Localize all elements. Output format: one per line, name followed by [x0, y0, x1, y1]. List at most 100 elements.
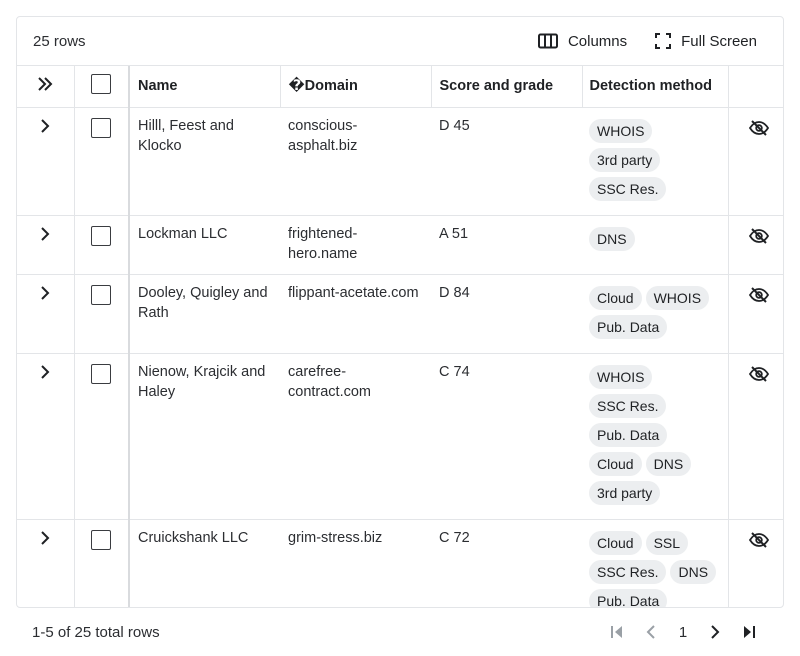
score-cell: C 74: [431, 353, 582, 520]
detection-badge: DNS: [670, 559, 717, 584]
select-all-checkbox[interactable]: [91, 74, 112, 95]
table-toolbar: 25 rows Columns Full Screen: [17, 17, 783, 66]
column-header-domain[interactable]: �Domain: [280, 66, 432, 108]
last-page-icon: [744, 626, 755, 638]
expand-row-button[interactable]: [39, 118, 51, 134]
detection-badge: 3rd party: [589, 480, 661, 505]
hide-row-button[interactable]: [748, 119, 769, 136]
detection-cell: Cloud WHOIS Pub. Data: [582, 274, 728, 354]
expand-cell: [17, 519, 75, 607]
table-row[interactable]: Hilll, Feest and Klocko conscious-asphal…: [17, 107, 783, 216]
data-table-card: 25 rows Columns Full Screen Name �Domain…: [16, 16, 784, 608]
actions-cell: [727, 215, 783, 275]
table-row[interactable]: Nienow, Krajcik and Haley carefree-contr…: [17, 353, 783, 520]
select-cell: [74, 215, 130, 275]
chevron-right-icon: [41, 285, 50, 300]
row-checkbox[interactable]: [91, 284, 112, 305]
detection-cell: CloudSSLSSC Res.DNSPub. DataWHOIS: [582, 519, 728, 607]
expand-row-button[interactable]: [39, 285, 51, 301]
hide-row-button[interactable]: [748, 286, 769, 303]
detection-badge: Cloud: [589, 451, 642, 476]
select-cell: [74, 107, 130, 216]
table-row[interactable]: Cruickshank LLC grim-stress.biz C 72 Clo…: [17, 519, 783, 607]
results-table: Name �Domain Score and grade Detection m…: [17, 66, 783, 607]
fullscreen-button[interactable]: Full Screen: [645, 27, 767, 56]
detection-badge: Pub. Data: [589, 314, 668, 339]
detection-badge: DNS: [589, 226, 635, 251]
columns-icon: [537, 33, 558, 49]
detection-badge: DNS: [645, 451, 692, 476]
column-header-score[interactable]: Score and grade: [431, 66, 583, 108]
table-body: Hilll, Feest and Klocko conscious-asphal…: [17, 107, 783, 607]
first-page-icon: [611, 626, 622, 638]
row-checkbox[interactable]: [91, 529, 112, 550]
first-page-button[interactable]: [602, 617, 632, 647]
chevron-right-icon: [41, 118, 50, 133]
prev-page-button[interactable]: [636, 617, 666, 647]
row-checkbox[interactable]: [91, 225, 112, 246]
actions-cell: [727, 274, 783, 354]
expand-cell: [17, 215, 75, 275]
domain-cell: flippant-acetate.com: [280, 274, 431, 354]
table-row[interactable]: Dooley, Quigley and Rath flippant-acetat…: [17, 274, 783, 354]
select-cell: [74, 353, 130, 520]
chevron-left-icon: [646, 625, 655, 639]
expand-cell: [17, 107, 75, 216]
name-cell: Nienow, Krajcik and Haley: [129, 353, 280, 520]
chevron-right-icon: [41, 530, 50, 545]
fullscreen-label: Full Screen: [681, 32, 757, 50]
row-checkbox[interactable]: [91, 363, 112, 384]
chevron-right-icon: [711, 625, 720, 639]
domain-cell: carefree-contract.com: [280, 353, 431, 520]
name-cell: Cruickshank LLC: [129, 519, 280, 607]
columns-label: Columns: [567, 32, 628, 50]
fullscreen-icon: [655, 33, 672, 49]
detection-badge: WHOIS: [645, 285, 710, 310]
table-row[interactable]: Lockman LLC frightened-hero.name A 51 DN…: [17, 215, 783, 275]
eye-off-icon: [748, 286, 769, 303]
detection-badge: SSC Res.: [589, 176, 667, 201]
current-page: 1: [678, 623, 688, 641]
hide-row-button[interactable]: [748, 531, 769, 548]
column-header-detection[interactable]: Detection method: [582, 66, 729, 108]
hide-row-button[interactable]: [748, 227, 769, 244]
columns-button[interactable]: Columns: [528, 27, 637, 56]
next-page-button[interactable]: [700, 617, 730, 647]
detection-badge: SSC Res.: [589, 559, 667, 584]
last-page-button[interactable]: [734, 617, 764, 647]
eye-off-icon: [748, 365, 769, 382]
detection-badge: Cloud: [589, 530, 642, 555]
expand-row-button[interactable]: [39, 226, 51, 242]
detection-badge: WHOIS: [589, 364, 653, 389]
detection-badge: Pub. Data: [589, 422, 668, 447]
chevron-right-icon: [41, 226, 50, 241]
domain-cell: grim-stress.biz: [280, 519, 431, 607]
pagination: 1: [602, 617, 764, 647]
detection-cell: WHOIS 3rd party SSC Res.: [582, 107, 728, 216]
column-header-actions: [727, 66, 783, 108]
detection-badge: WHOIS: [589, 118, 653, 143]
detection-cell: WHOIS SSC Res. Pub. Data Cloud DNS 3rd party: [582, 353, 728, 520]
double-chevron-right-icon: [38, 77, 53, 91]
column-header-name[interactable]: Name: [129, 66, 281, 108]
expand-row-button[interactable]: [39, 364, 51, 380]
eye-off-icon: [748, 531, 769, 548]
eye-off-icon: [748, 119, 769, 136]
expand-cell: [17, 274, 75, 354]
score-cell: D 45: [431, 107, 582, 216]
name-cell: Dooley, Quigley and Rath: [129, 274, 280, 354]
row-count: 25 rows: [33, 32, 86, 50]
name-cell: Lockman LLC: [129, 215, 280, 275]
expand-all-header[interactable]: [17, 66, 75, 108]
expand-all-button[interactable]: [36, 76, 54, 92]
actions-cell: [727, 107, 783, 216]
expand-cell: [17, 353, 75, 520]
expand-row-button[interactable]: [39, 530, 51, 546]
row-checkbox[interactable]: [91, 117, 112, 138]
hide-row-button[interactable]: [748, 365, 769, 382]
detection-cell: DNS: [582, 215, 728, 275]
chevron-right-icon: [41, 364, 50, 379]
name-cell: Hilll, Feest and Klocko: [129, 107, 280, 216]
score-cell: A 51: [431, 215, 582, 275]
detection-badge: 3rd party: [589, 147, 661, 172]
